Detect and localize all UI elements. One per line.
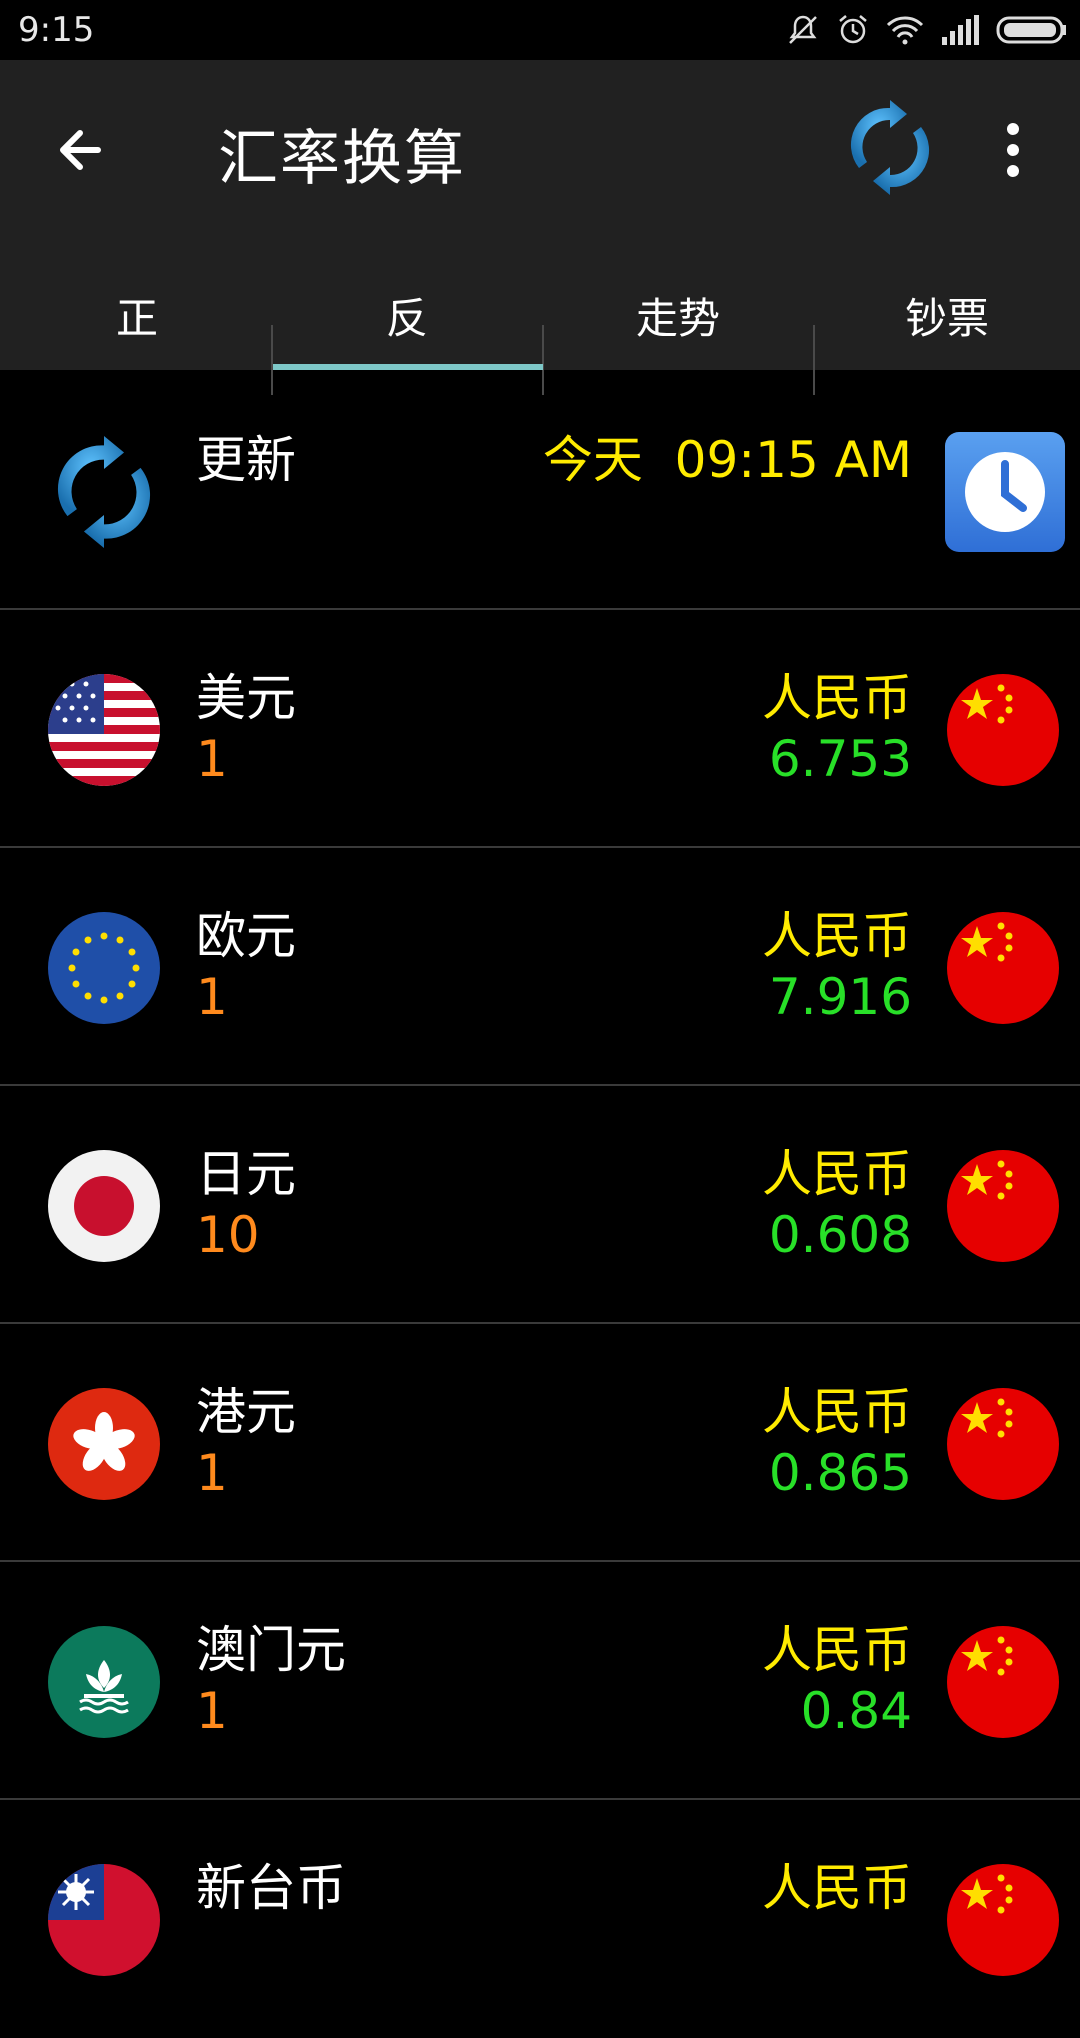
back-button[interactable] [50, 115, 120, 185]
tab-forward[interactable]: 正 [2, 260, 272, 370]
rate-row-mop[interactable]: 澳门元 1 人民币 0.84 [0, 1562, 1080, 1800]
eu-flag-icon [48, 912, 160, 1024]
status-bar: 9:15 [0, 0, 1080, 60]
target-currency: 人民币 [762, 907, 912, 965]
tab-banknotes[interactable]: 钞票 [812, 260, 1080, 370]
target-currency: 人民币 [762, 1859, 912, 1917]
converted-value: 7.916 [768, 968, 912, 1026]
japan-flag-icon [48, 1150, 160, 1262]
refresh-icon [850, 100, 930, 195]
hongkong-flag-icon [48, 1388, 160, 1500]
converted-value: 0.608 [768, 1206, 912, 1264]
china-flag-icon [947, 1864, 1059, 1976]
china-flag-icon [947, 1150, 1059, 1262]
more-options-button[interactable] [990, 115, 1036, 185]
tab-reverse[interactable]: 反 [272, 260, 542, 370]
currency-amount: 1 [196, 1444, 228, 1502]
currency-amount: 1 [196, 730, 228, 788]
mute-icon [786, 13, 820, 47]
page-title: 汇率换算 [218, 124, 466, 194]
rate-row-usd[interactable]: 美元 1 人民币 6.753 [0, 610, 1080, 848]
tab-bar: 正 反 走势 钞票 [0, 260, 1080, 395]
converted-value: 0.84 [800, 1682, 912, 1740]
update-row[interactable]: 更新 今天 09:15 AM [0, 372, 1080, 610]
china-flag-icon [947, 1626, 1059, 1738]
more-vert-icon [1007, 123, 1019, 177]
target-currency: 人民币 [762, 1621, 912, 1679]
refresh-icon[interactable] [48, 436, 160, 548]
update-time: 今天 09:15 AM [542, 431, 912, 489]
currency-name: 澳门元 [196, 1621, 346, 1679]
update-label: 更新 [196, 431, 296, 489]
macau-flag-icon [48, 1626, 160, 1738]
taiwan-flag-icon [48, 1864, 160, 1976]
china-flag-icon [947, 674, 1059, 786]
currency-amount: 10 [196, 1206, 260, 1264]
wifi-icon [886, 15, 924, 45]
alarm-icon [836, 13, 870, 47]
clock-icon [965, 452, 1045, 532]
target-currency: 人民币 [762, 1383, 912, 1441]
converted-value: 6.753 [768, 730, 912, 788]
app-bar: 汇率换算 正 反 走势 钞票 [0, 60, 1080, 395]
currency-name: 港元 [196, 1383, 296, 1441]
clock-button[interactable] [945, 432, 1065, 552]
signal-icon [940, 15, 980, 45]
back-arrow-icon [60, 130, 101, 170]
rate-row-jpy[interactable]: 日元 10 人民币 0.608 [0, 1086, 1080, 1324]
currency-name: 美元 [196, 669, 296, 727]
china-flag-icon [947, 912, 1059, 1024]
target-currency: 人民币 [762, 1145, 912, 1203]
converted-value: 0.865 [768, 1444, 912, 1502]
target-currency: 人民币 [762, 669, 912, 727]
tab-trend[interactable]: 走势 [543, 260, 813, 370]
rate-row-twd[interactable]: 新台币 人民币 [0, 1800, 1080, 2038]
currency-amount: 1 [196, 1682, 228, 1740]
refresh-button[interactable] [845, 100, 935, 195]
rate-row-hkd[interactable]: 港元 1 人民币 0.865 [0, 1324, 1080, 1562]
rate-row-eur[interactable]: 欧元 1 人民币 7.916 [0, 848, 1080, 1086]
currency-name: 欧元 [196, 907, 296, 965]
battery-icon [996, 14, 1068, 46]
china-flag-icon [947, 1388, 1059, 1500]
us-flag-icon [48, 674, 160, 786]
status-icons [786, 10, 1068, 50]
tab-indicator [273, 364, 543, 370]
currency-name: 新台币 [196, 1859, 346, 1917]
status-time: 9:15 [18, 10, 95, 50]
currency-amount: 1 [196, 968, 228, 1026]
currency-name: 日元 [196, 1145, 296, 1203]
